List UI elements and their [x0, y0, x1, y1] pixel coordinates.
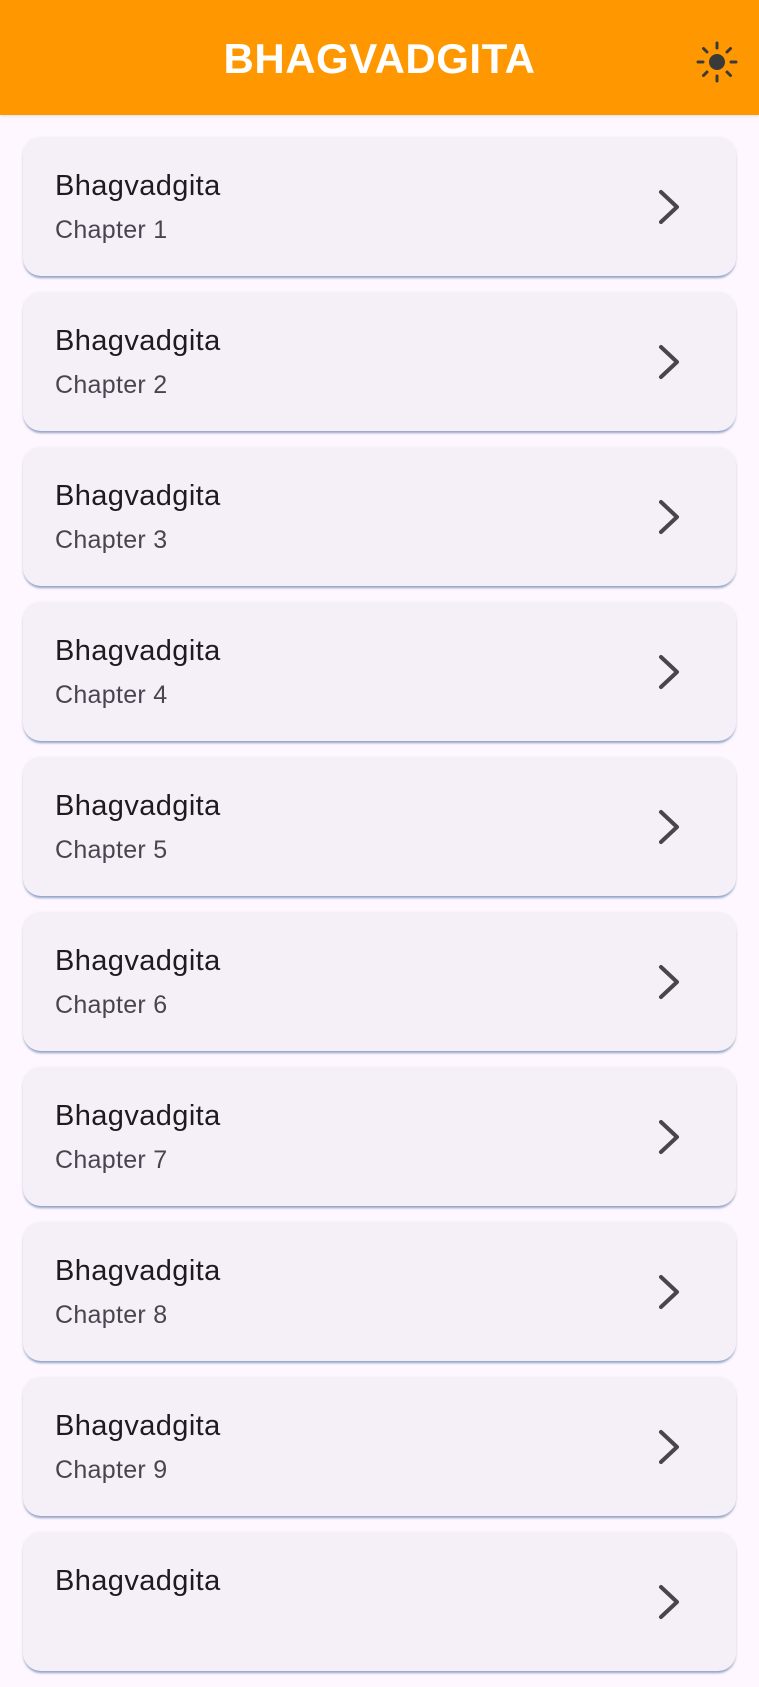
chevron-right-icon — [659, 1120, 679, 1154]
chapter-card[interactable]: Bhagvadgita Chapter 3 — [23, 447, 736, 586]
chevron-right-icon — [659, 1430, 679, 1464]
chapter-card-title: Bhagvadgita — [55, 1100, 221, 1132]
app-title: BHAGVADGITA — [223, 35, 536, 82]
chapter-card-title: Bhagvadgita — [55, 635, 221, 667]
chevron-right-icon — [659, 810, 679, 844]
chapter-card-title: Bhagvadgita — [55, 480, 221, 512]
chapter-card-title: Bhagvadgita — [55, 790, 221, 822]
chapter-card[interactable]: Bhagvadgita Chapter 4 — [23, 602, 736, 741]
chapter-card-subtitle: Chapter 4 — [55, 681, 168, 709]
chapter-card[interactable]: Bhagvadgita — [23, 1532, 736, 1671]
chapter-card[interactable]: Bhagvadgita Chapter 8 — [23, 1222, 736, 1361]
chevron-right-icon — [659, 965, 679, 999]
theme-toggle-button[interactable] — [693, 38, 741, 86]
chapter-card-title: Bhagvadgita — [55, 325, 221, 357]
chapter-card-title: Bhagvadgita — [55, 1565, 221, 1597]
chapter-card-title: Bhagvadgita — [55, 945, 221, 977]
chevron-right-icon — [659, 655, 679, 689]
chapter-card-subtitle: Chapter 7 — [55, 1146, 168, 1174]
chapter-card[interactable]: Bhagvadgita Chapter 1 — [23, 137, 736, 276]
chapter-card-subtitle: Chapter 6 — [55, 991, 168, 1019]
chapter-card[interactable]: Bhagvadgita Chapter 2 — [23, 292, 736, 431]
chapter-card-subtitle: Chapter 8 — [55, 1301, 168, 1329]
chapter-card-subtitle: Chapter 1 — [55, 216, 168, 244]
chapter-card-subtitle: Chapter 2 — [55, 371, 168, 399]
chapter-card-subtitle: Chapter 9 — [55, 1456, 168, 1484]
chapter-card[interactable]: Bhagvadgita Chapter 7 — [23, 1067, 736, 1206]
chapter-card[interactable]: Bhagvadgita Chapter 6 — [23, 912, 736, 1051]
app-bar: BHAGVADGITA — [0, 0, 759, 115]
chapter-card[interactable]: Bhagvadgita Chapter 9 — [23, 1377, 736, 1516]
chevron-right-icon — [659, 1585, 679, 1619]
chevron-right-icon — [659, 190, 679, 224]
chevron-right-icon — [659, 500, 679, 534]
chapter-card-title: Bhagvadgita — [55, 1410, 221, 1442]
chapter-list: Bhagvadgita Chapter 1 Bhagvadgita Chapte… — [23, 137, 736, 1687]
chapter-card[interactable]: Bhagvadgita Chapter 5 — [23, 757, 736, 896]
chevron-right-icon — [659, 1275, 679, 1309]
chapter-card-title: Bhagvadgita — [55, 170, 221, 202]
chevron-right-icon — [659, 345, 679, 379]
chapter-card-subtitle: Chapter 5 — [55, 836, 168, 864]
sun-icon — [696, 41, 738, 83]
chapter-card-title: Bhagvadgita — [55, 1255, 221, 1287]
chapter-card-subtitle: Chapter 3 — [55, 526, 168, 554]
